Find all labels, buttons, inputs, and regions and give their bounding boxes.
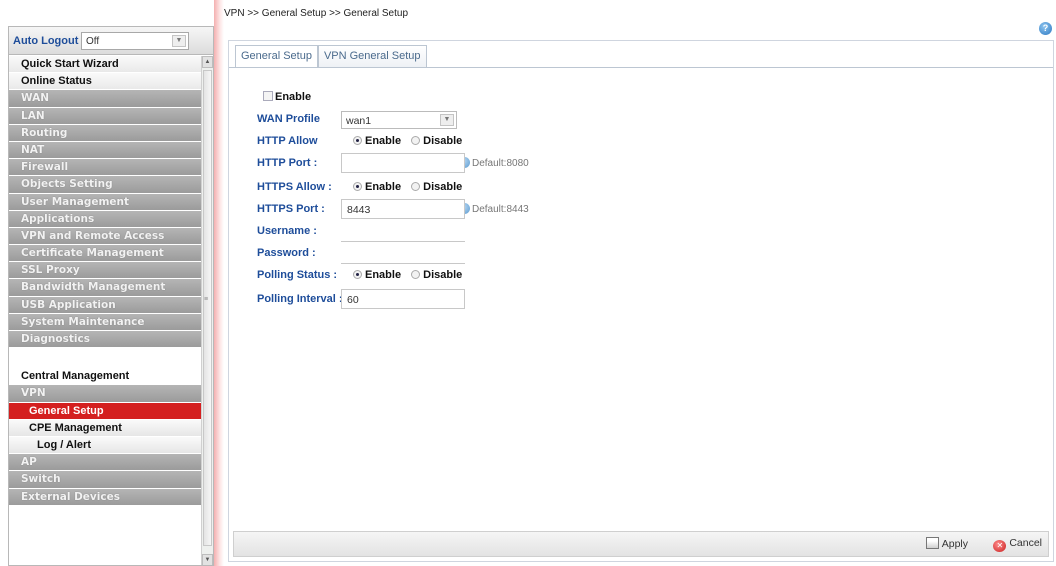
http-allow-disable-radio[interactable] — [411, 136, 421, 145]
sidebar-item-ssl-proxy[interactable]: SSL Proxy — [9, 262, 201, 280]
polling-status-radios: Enable Disable — [353, 269, 462, 281]
https-port-label: HTTPS Port : — [257, 203, 325, 215]
sidebar-item-online-status[interactable]: Online Status — [9, 73, 201, 91]
polling-status-disable-radio[interactable] — [411, 270, 421, 279]
sidebar-frame: Auto Logout : Off ▼ Quick Start Wizard O… — [8, 26, 214, 566]
sidebar-item-log-alert[interactable]: Log / Alert — [9, 436, 201, 455]
password-input[interactable] — [341, 263, 465, 264]
apply-button[interactable]: Apply — [925, 537, 968, 553]
main-content: VPN >> General Setup >> General Setup ? … — [224, 0, 1056, 566]
help-icon[interactable]: ? — [1039, 22, 1052, 35]
http-port-label: HTTP Port : — [257, 157, 318, 169]
polling-interval-value: 60 — [347, 294, 359, 306]
scroll-up-icon[interactable]: ▲ — [202, 56, 213, 68]
http-allow-enable-label: Enable — [365, 135, 402, 147]
auto-logout-select[interactable]: Off ▼ — [81, 32, 189, 50]
scroll-down-icon[interactable]: ▼ — [202, 554, 213, 565]
https-allow-disable-radio[interactable] — [411, 182, 421, 191]
cancel-label: Cancel — [1009, 537, 1042, 549]
password-label: Password : — [257, 247, 316, 259]
auto-logout-label: Auto Logout : — [13, 35, 86, 47]
https-allow-enable-radio[interactable] — [353, 182, 362, 191]
sidebar-item-external-devices[interactable]: External Devices — [9, 488, 201, 506]
chevron-down-icon: ▼ — [440, 114, 454, 126]
sidebar-item-system-maintenance[interactable]: System Maintenance — [9, 313, 201, 331]
polling-status-disable-label: Disable — [423, 269, 463, 281]
wan-profile-label: WAN Profile — [257, 113, 320, 125]
http-port-input[interactable] — [341, 153, 465, 173]
chevron-down-icon: ▼ — [172, 35, 186, 47]
enable-checkbox-label: Enable — [275, 91, 312, 103]
https-allow-radios: Enable Disable — [353, 181, 462, 193]
apply-label: Apply — [941, 538, 968, 550]
polling-interval-input[interactable]: 60 — [341, 289, 465, 309]
https-allow-enable-label: Enable — [365, 181, 402, 193]
sidebar-item-diagnostics[interactable]: Diagnostics — [9, 331, 201, 349]
sidebar-item-cpe-management[interactable]: CPE Management — [9, 419, 201, 437]
tab-divider — [229, 67, 1053, 68]
breadcrumb: VPN >> General Setup >> General Setup — [224, 8, 409, 19]
http-allow-label: HTTP Allow — [257, 135, 318, 147]
scroll-grip-icon: ≡ — [204, 296, 209, 303]
sidebar-section-central-management: Central Management — [9, 368, 201, 386]
auto-logout-value: Off — [86, 36, 100, 47]
scrollbar-thumb[interactable] — [203, 70, 212, 546]
http-allow-enable-radio[interactable] — [353, 136, 362, 145]
tab-bar: General Setup VPN General Setup — [235, 45, 427, 67]
enable-checkbox[interactable] — [263, 91, 273, 101]
sidebar-item-general-setup[interactable]: General Setup — [9, 402, 201, 420]
sidebar-scrollbar[interactable]: ▲ ≡ ▼ — [201, 56, 213, 565]
frame-divider — [214, 0, 224, 566]
sidebar-menu: Quick Start Wizard Online Status WAN LAN… — [9, 56, 201, 506]
sidebar-item-usb[interactable]: USB Application — [9, 296, 201, 314]
sidebar-item-lan[interactable]: LAN — [9, 107, 201, 125]
https-allow-disable-label: Disable — [423, 181, 463, 193]
apply-icon — [925, 537, 939, 549]
sidebar-item-switch[interactable]: Switch — [9, 471, 201, 489]
https-port-default-text: Default:8443 — [472, 204, 529, 215]
http-port-default-text: Default:8080 — [472, 158, 529, 169]
settings-panel: General Setup VPN General Setup Enable W… — [228, 40, 1054, 562]
polling-status-label: Polling Status : — [257, 269, 338, 281]
auto-logout-bar: Auto Logout : Off ▼ — [9, 27, 213, 55]
https-port-value: 8443 — [347, 204, 371, 216]
polling-interval-label: Polling Interval : — [257, 293, 343, 305]
username-input[interactable] — [341, 241, 465, 242]
https-port-input[interactable]: 8443 — [341, 199, 465, 219]
sidebar: Auto Logout : Off ▼ Quick Start Wizard O… — [8, 0, 214, 566]
tab-vpn-general-setup[interactable]: VPN General Setup — [317, 45, 427, 67]
sidebar-item-vpn[interactable]: VPN — [9, 385, 201, 403]
https-allow-label: HTTPS Allow : — [257, 181, 332, 193]
sidebar-item-bandwidth[interactable]: Bandwidth Management — [9, 279, 201, 297]
sidebar-item-vpn-remote-access[interactable]: VPN and Remote Access — [9, 227, 201, 246]
sidebar-top-strip — [8, 0, 214, 26]
username-label: Username : — [257, 225, 317, 237]
https-port-hint: Default:8443 — [459, 203, 529, 215]
sidebar-item-routing[interactable]: Routing — [9, 124, 201, 142]
cancel-button[interactable]: ✕ Cancel — [993, 537, 1042, 553]
wan-profile-value: wan1 — [346, 115, 372, 127]
sidebar-item-wan[interactable]: WAN — [9, 90, 201, 108]
action-bar: Apply ✕ Cancel — [233, 531, 1049, 557]
sidebar-item-objects[interactable]: Objects Setting — [9, 176, 201, 194]
sidebar-item-quick-start[interactable]: Quick Start Wizard — [9, 56, 201, 74]
http-port-hint: Default:8080 — [459, 157, 529, 169]
sidebar-item-nat[interactable]: NAT — [9, 141, 201, 160]
http-allow-radios: Enable Disable — [353, 135, 462, 147]
http-allow-disable-label: Disable — [423, 135, 463, 147]
sidebar-item-user-management[interactable]: User Management — [9, 193, 201, 211]
sidebar-spacer — [9, 348, 201, 369]
polling-status-enable-radio[interactable] — [353, 270, 362, 279]
cancel-icon: ✕ — [993, 540, 1007, 552]
sidebar-item-ap[interactable]: AP — [9, 454, 201, 472]
sidebar-item-firewall[interactable]: Firewall — [9, 159, 201, 177]
sidebar-item-applications[interactable]: Applications — [9, 210, 201, 228]
polling-status-enable-label: Enable — [365, 269, 402, 281]
wan-profile-select[interactable]: wan1 ▼ — [341, 111, 457, 129]
sidebar-item-certificate[interactable]: Certificate Management — [9, 245, 201, 263]
tab-general-setup[interactable]: General Setup — [235, 45, 318, 67]
